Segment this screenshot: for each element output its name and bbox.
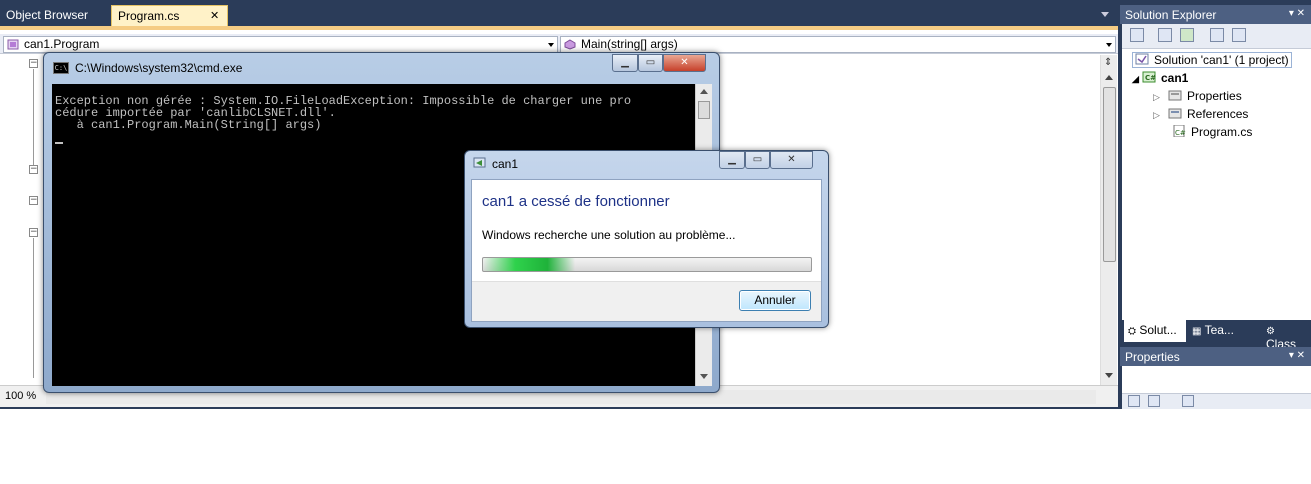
- tab-dropdown-icon[interactable]: [1101, 12, 1109, 17]
- tree-item-label: can1: [1161, 71, 1189, 85]
- close-button[interactable]: ✕: [663, 54, 706, 72]
- tab-label: Tea...: [1204, 323, 1234, 337]
- close-button[interactable]: ✕: [770, 151, 813, 169]
- tree-item-properties[interactable]: ▷ Properties: [1153, 89, 1242, 103]
- tree-item-project[interactable]: ◢ C# can1: [1132, 71, 1188, 85]
- cmd-icon: C:\: [53, 62, 69, 74]
- console-cursor: [55, 142, 63, 144]
- tree-item-label: Solution 'can1' (1 project): [1154, 53, 1289, 67]
- progress-bar: [482, 257, 812, 272]
- dialog-heading: can1 a cessé de fonctionner: [482, 193, 670, 210]
- tab-program-cs[interactable]: Program.cs ✕: [111, 5, 228, 26]
- csharp-project-icon: C#: [1142, 71, 1156, 83]
- console-line: à can1.Program.Main(String[] args): [55, 118, 322, 132]
- class-view-icon: ⚙: [1266, 326, 1275, 337]
- class-combo[interactable]: can1.Program: [3, 36, 558, 53]
- chevron-down-icon: [1106, 43, 1112, 47]
- class-combo-value: can1.Program: [24, 37, 100, 51]
- tree-item-label: Program.cs: [1191, 125, 1253, 139]
- properties-title: Properties ▾ ✕: [1120, 347, 1311, 366]
- properties-folder-icon: [1168, 90, 1182, 101]
- tab-class-view[interactable]: ⚙ Class: [1262, 320, 1311, 351]
- team-explorer-icon: ▦: [1192, 326, 1202, 337]
- method-icon: [564, 39, 576, 50]
- tree-item-label: Properties: [1187, 89, 1242, 103]
- properties-panel: [1122, 366, 1311, 409]
- outline-line: [33, 69, 34, 165]
- outlining-gutter: − − − −: [0, 55, 45, 390]
- application-icon: [473, 157, 486, 168]
- navigation-bar: can1.Program Main(string[] args): [0, 34, 1118, 54]
- minimize-button: ▁: [719, 151, 745, 169]
- cmd-window-title: C:\Windows\system32\cmd.exe: [75, 61, 243, 75]
- tab-object-browser[interactable]: Object Browser: [0, 5, 110, 26]
- split-icon[interactable]: ⇕: [1104, 57, 1112, 68]
- console-text: Exception non gérée : System.IO.FileLoad…: [55, 95, 631, 131]
- document-tabstrip: Object Browser Program.cs ✕: [0, 5, 1118, 26]
- tree-item-label: References: [1187, 107, 1249, 121]
- show-all-files-icon[interactable]: [1158, 28, 1172, 42]
- tab-solution-explorer[interactable]: ⛭ Solut...: [1124, 320, 1186, 342]
- class-icon: [7, 39, 19, 50]
- solution-explorer-panel: Solution 'can1' (1 project) ◢ C# can1 ▷ Pro…: [1122, 24, 1311, 320]
- dialog-footer: Annuler: [472, 281, 821, 321]
- pin-icon[interactable]: ▾ ✕: [1289, 350, 1305, 361]
- dialog-content: can1 a cessé de fonctionner Windows rech…: [471, 179, 822, 322]
- minimize-button[interactable]: ▁: [612, 54, 638, 72]
- csharp-file-icon: C#: [1173, 125, 1186, 137]
- solution-explorer-toolbar: [1122, 24, 1311, 49]
- expanded-arrow-icon[interactable]: ◢: [1132, 74, 1142, 85]
- cancel-button[interactable]: Annuler: [739, 290, 811, 311]
- scroll-down-icon[interactable]: [700, 374, 708, 379]
- tree-item-program-cs[interactable]: C# Program.cs: [1172, 125, 1252, 139]
- collapsed-arrow-icon[interactable]: ▷: [1153, 110, 1168, 121]
- class-diagram-icon[interactable]: [1232, 28, 1246, 42]
- dialog-message: Windows recherche une solution au problè…: [482, 228, 736, 242]
- tree-item-solution[interactable]: Solution 'can1' (1 project): [1132, 52, 1292, 68]
- collapse-icon[interactable]: −: [29, 59, 38, 68]
- categorized-icon[interactable]: [1128, 395, 1140, 407]
- alphabetical-icon[interactable]: [1148, 395, 1160, 407]
- close-icon[interactable]: ✕: [210, 9, 219, 22]
- scroll-up-icon[interactable]: [1105, 75, 1113, 80]
- maximize-button[interactable]: ▭: [638, 54, 663, 72]
- pin-icon[interactable]: ▾ ✕: [1289, 8, 1305, 19]
- zoom-level[interactable]: 100 %: [5, 390, 36, 402]
- dialog-title: can1: [492, 157, 519, 171]
- tab-label: Solut...: [1139, 323, 1177, 337]
- references-folder-icon: [1168, 108, 1182, 119]
- tool-window-tabs: ⛭ Solut... ▦ Tea... ⚙ Class: [1122, 320, 1311, 351]
- collapse-icon[interactable]: −: [29, 196, 38, 205]
- properties-toolbar: [1122, 393, 1311, 409]
- tab-team-explorer[interactable]: ▦ Tea...: [1188, 320, 1254, 342]
- tab-label: Program.cs: [118, 9, 180, 23]
- property-pages-icon[interactable]: [1182, 395, 1194, 407]
- refresh-icon[interactable]: [1180, 28, 1194, 42]
- member-combo[interactable]: Main(string[] args): [560, 36, 1116, 53]
- view-code-icon[interactable]: [1210, 28, 1224, 42]
- svg-text:C#: C#: [1145, 74, 1156, 82]
- panel-title: Properties: [1125, 350, 1180, 364]
- solution-explorer-title: Solution Explorer ▾ ✕: [1120, 5, 1311, 24]
- outline-line: [33, 238, 34, 378]
- solution-explorer-icon: ⛭: [1128, 326, 1136, 337]
- chevron-down-icon: [548, 43, 554, 47]
- error-dialog: can1 ▁ ▭ ✕ can1 a cessé de fonctionner W…: [464, 150, 829, 328]
- scroll-down-icon[interactable]: [1105, 373, 1113, 378]
- properties-icon[interactable]: [1130, 28, 1144, 42]
- member-combo-value: Main(string[] args): [581, 37, 678, 51]
- scrollbar-thumb[interactable]: [1103, 87, 1116, 262]
- scrollbar-thumb[interactable]: [698, 101, 710, 119]
- tree-item-references[interactable]: ▷ References: [1153, 107, 1248, 121]
- svg-text:C#: C#: [1175, 129, 1186, 137]
- maximize-button: ▭: [745, 151, 770, 169]
- panel-title: Solution Explorer: [1125, 8, 1217, 22]
- collapse-icon[interactable]: −: [29, 228, 38, 237]
- progress-fill: [483, 258, 575, 271]
- editor-vertical-scrollbar[interactable]: ⇕: [1100, 55, 1117, 385]
- collapse-icon[interactable]: −: [29, 165, 38, 174]
- collapsed-arrow-icon[interactable]: ▷: [1153, 92, 1168, 103]
- solution-icon: [1135, 53, 1149, 65]
- scroll-up-icon[interactable]: [700, 89, 708, 94]
